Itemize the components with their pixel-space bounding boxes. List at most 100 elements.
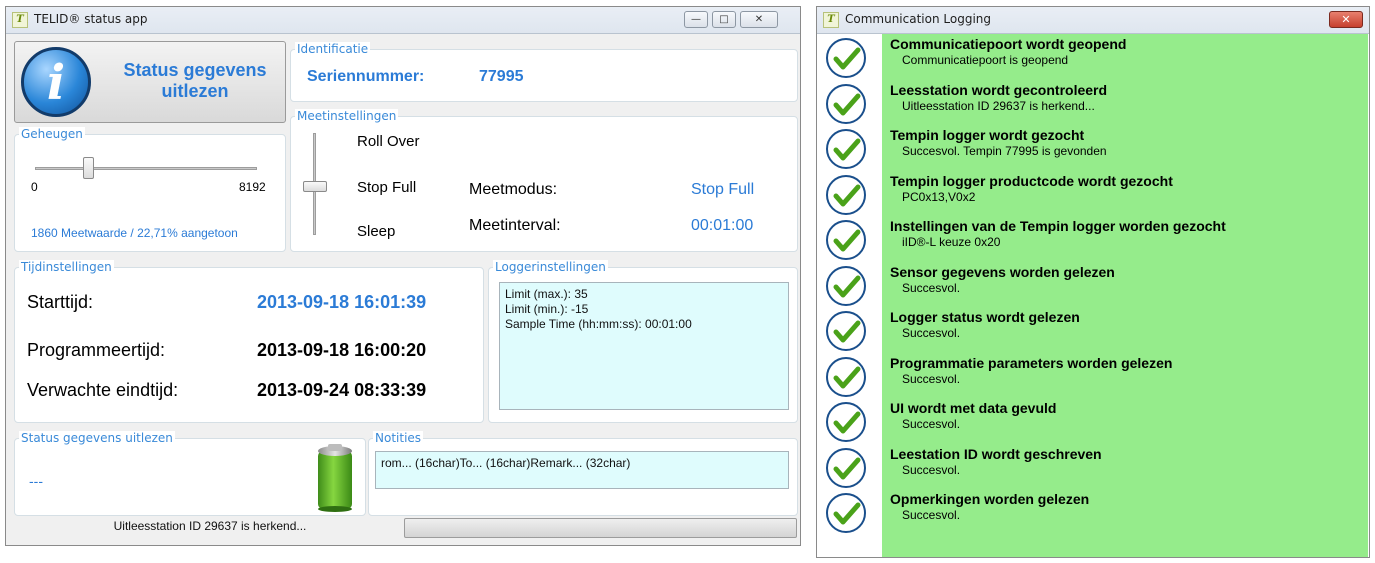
meetinstellingen-panel: Meetinstellingen Roll Over Stop Full Sle… [290, 109, 798, 252]
logger-setting-line: Limit (max.): 35 [505, 287, 588, 301]
status-panel: Status gegevens uitlezen --- [14, 431, 366, 516]
maximize-button[interactable]: □ [712, 11, 736, 28]
log-entry-title: Programmatie parameters worden gelezen [890, 354, 1173, 371]
log-entry-title: Instellingen van de Tempin logger worden… [890, 218, 1226, 234]
log-entry-detail: Succesvol. [902, 280, 961, 295]
memory-max: 8192 [239, 180, 266, 194]
log-entry-title: UI wordt met data gevuld [890, 400, 1057, 416]
log-entry: Instellingen van de Tempin logger worden… [817, 216, 1369, 262]
log-entry-title: Tempin logger productcode wordt gezocht [890, 172, 1173, 189]
serial-value: 77995 [479, 68, 524, 85]
log-entry: Tempin logger wordt gezocht Succesvol. Te… [817, 125, 1369, 171]
log-entry: Opmerkingen worden gelezen Succesvol. [817, 489, 1369, 535]
check-icon [826, 83, 866, 124]
progress-bar [404, 518, 797, 538]
log-entry-title: Communicatiepoort wordt geopend [890, 36, 1127, 52]
log-entry: Leesstation wordt gecontroleerd Uitleesst… [817, 80, 1369, 126]
geheugen-panel: Geheugen 0 8192 1860 Meetwaarde / 22,71%… [14, 127, 286, 252]
memory-slider-track[interactable] [35, 167, 257, 170]
log-entry: Leestation ID wordt geschreven Succesvol. [817, 444, 1369, 490]
serial-label: Seriennummer: [307, 68, 425, 85]
mode-option-stop-full[interactable]: Stop Full [357, 179, 416, 196]
log-entry-detail: PC0x13,V0x2 [902, 189, 976, 204]
log-entry: Programmatie parameters worden gelezen Su… [817, 353, 1369, 399]
log-entry-detail: Succesvol. [902, 326, 961, 340]
memory-info: 1860 Meetwaarde / 22,71% aangetoon [31, 226, 238, 240]
close-button[interactable]: ✕ [740, 11, 778, 28]
meetinstellingen-legend: Meetinstellingen [295, 109, 399, 123]
status-value: --- [29, 473, 43, 489]
log-entry: Sensor gegevens worden gelezen Succesvol. [817, 262, 1369, 308]
check-icon [826, 265, 866, 306]
check-icon [826, 311, 866, 351]
memory-min: 0 [31, 180, 38, 194]
app-logo-icon: T [823, 12, 839, 28]
log-entry-title: Leesstation wordt gecontroleerd [890, 81, 1108, 98]
log-entry-detail: iID®-L keuze 0x20 [902, 235, 1001, 249]
log-entry: UI wordt met data gevuld Succesvol. [817, 398, 1369, 444]
loggerinstellingen-panel: Loggerinstellingen Limit (max.): 35 Limi… [488, 260, 798, 423]
log-entry: Tempin logger productcode wordt gezocht P… [817, 171, 1369, 217]
close-button[interactable]: ✕ [1329, 11, 1363, 28]
minimize-button[interactable]: — [684, 11, 708, 28]
log-entry-detail: Communicatiepoort is geopend [902, 53, 1069, 67]
log-entry-title: Sensor gegevens worden gelezen [890, 263, 1115, 280]
main-window: T TELID® status app — □ ✕ i Status gegev… [5, 6, 801, 546]
check-icon [826, 402, 866, 442]
log-entry-detail: Succesvol. [902, 508, 961, 522]
start-time-value: 2013-09-18 16:01:39 [257, 292, 427, 312]
read-status-button[interactable]: i Status gegevens uitlezen [14, 41, 286, 123]
logging-titlebar: T Communication Logging ✕ [817, 7, 1369, 34]
identificatie-panel: Identificatie Seriennummer: 77995 [290, 42, 798, 102]
geheugen-legend: Geheugen [19, 127, 85, 141]
interval-label: Meetinterval: [469, 217, 561, 234]
log-entry-title: Opmerkingen worden gelezen [890, 491, 1090, 507]
notities-legend: Notities [373, 431, 424, 445]
check-icon [826, 129, 866, 169]
interval-value: 00:01:00 [691, 217, 754, 234]
notities-panel: Notities rom... (16char)To... (16char)Re… [368, 431, 798, 516]
tijdinstellingen-panel: Tijdinstellingen Starttijd: 2013-09-18 1… [14, 260, 484, 423]
window-title: TELID® status app [34, 12, 148, 26]
mode-label: Meetmodus: [469, 181, 558, 198]
log-entry-detail: Succesvol. [902, 462, 961, 477]
log-entry-detail: Succesvol. Tempin 77995 is gevonden [902, 144, 1107, 158]
program-time-label: Programmeertijd: [27, 340, 166, 360]
notes-textarea[interactable]: rom... (16char)To... (16char)Remark... (… [375, 451, 789, 489]
loggerinstellingen-legend: Loggerinstellingen [493, 260, 608, 274]
mode-value: Stop Full [691, 181, 755, 198]
status-panel-legend: Status gegevens uitlezen [19, 431, 175, 445]
log-entry-title: Leestation ID wordt geschreven [890, 445, 1102, 462]
mode-option-sleep[interactable]: Sleep [357, 223, 395, 240]
check-icon [826, 174, 866, 215]
mode-slider-thumb[interactable] [303, 181, 327, 192]
memory-slider-thumb[interactable] [83, 157, 94, 179]
log-entry: Communicatiepoort wordt geopend Communica… [817, 34, 1369, 80]
log-entry-detail: Succesvol. [902, 417, 961, 431]
info-icon: i [21, 47, 91, 117]
main-titlebar: T TELID® status app — □ ✕ [6, 7, 800, 34]
end-time-value: 2013-09-24 08:33:39 [257, 380, 427, 400]
log-entry-detail: Uitleesstation ID 29637 is herkend... [902, 98, 1095, 113]
start-time-label: Starttijd: [27, 292, 94, 312]
mode-option-roll-over[interactable]: Roll Over [357, 133, 420, 150]
logging-title: Communication Logging [845, 12, 992, 26]
check-icon [826, 38, 866, 78]
logger-settings-textarea[interactable]: Limit (max.): 35 Limit (min.): -15 Sampl… [499, 282, 789, 410]
program-time-value: 2013-09-18 16:00:20 [257, 340, 427, 360]
log-entry-detail: Succesvol. [902, 371, 961, 386]
log-entry-title: Logger status wordt gelezen [890, 309, 1080, 325]
battery-icon [318, 444, 352, 512]
check-icon [826, 220, 866, 260]
end-time-label: Verwachte eindtijd: [27, 380, 179, 400]
log-list: Communicatiepoort wordt geopend Communica… [817, 34, 1369, 557]
log-entry-title: Tempin logger wordt gezocht [890, 127, 1085, 143]
identificatie-legend: Identificatie [295, 42, 371, 56]
check-icon [826, 447, 866, 488]
status-bar-text: Uitleesstation ID 29637 is herkend... [113, 519, 307, 533]
logging-window: T Communication Logging ✕ Communicatiepo… [816, 6, 1370, 558]
check-icon [826, 356, 866, 397]
tijdinstellingen-legend: Tijdinstellingen [19, 260, 114, 274]
check-icon [826, 493, 866, 533]
logger-setting-line: Limit (min.): -15 [505, 302, 589, 316]
